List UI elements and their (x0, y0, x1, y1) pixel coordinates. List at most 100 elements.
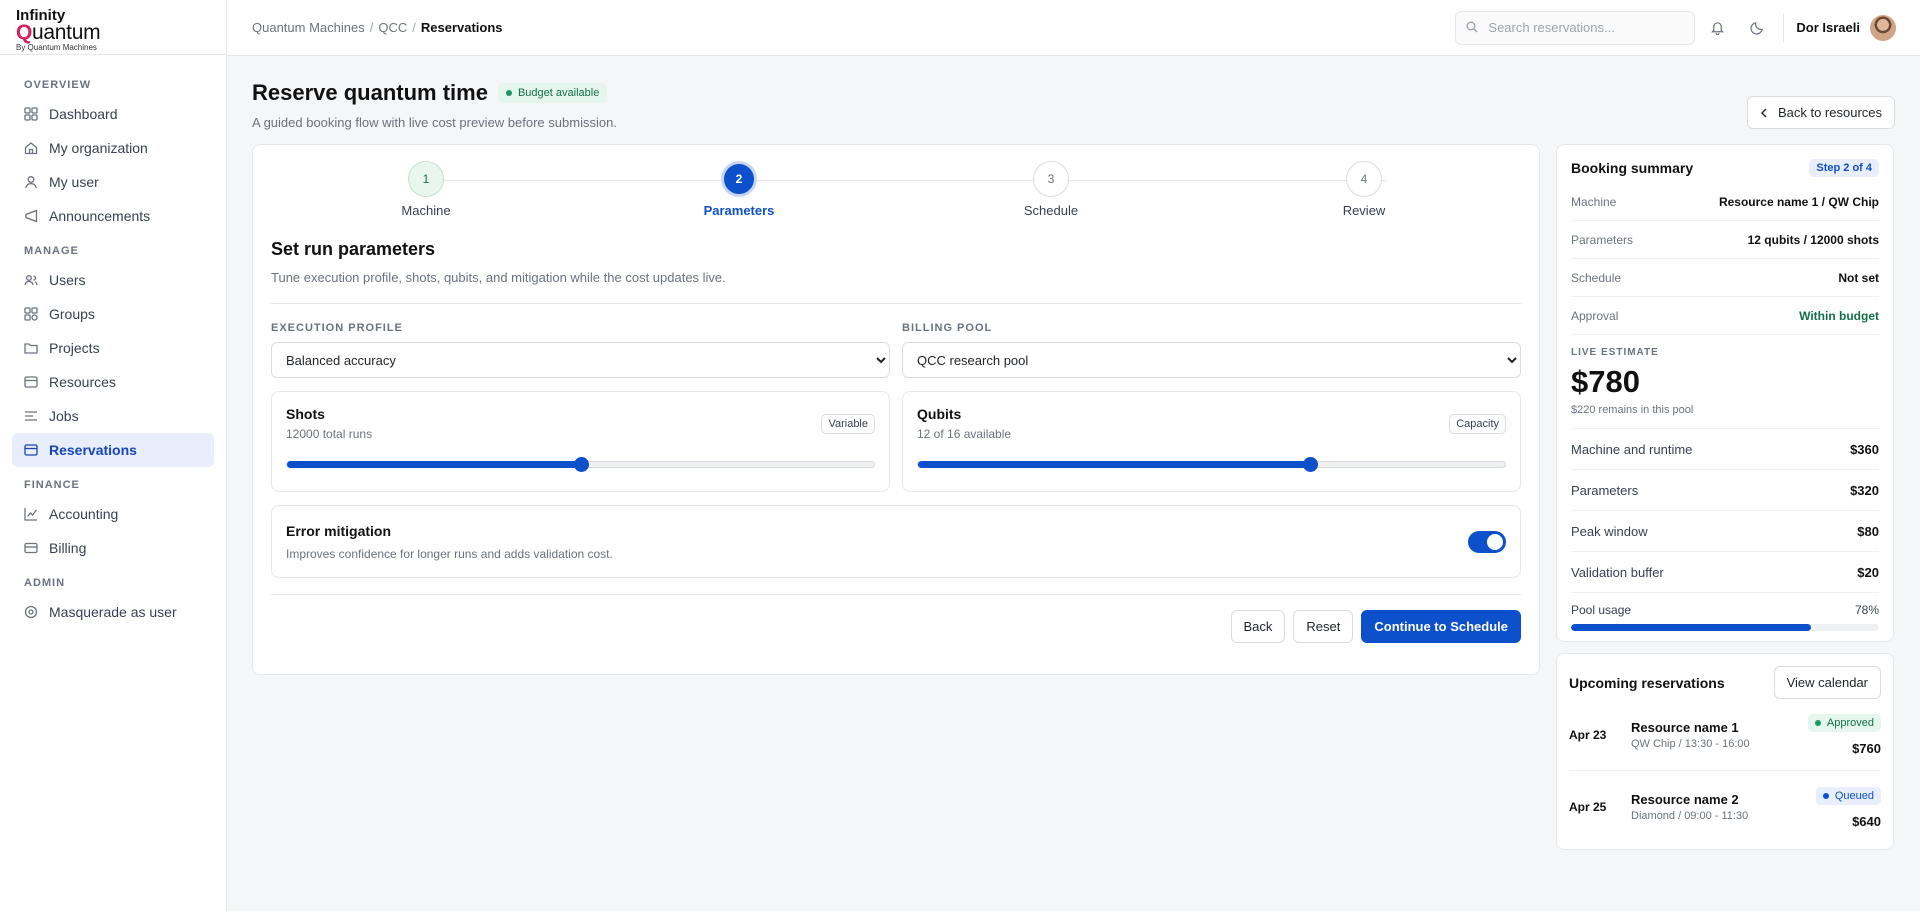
step-schedule[interactable]: 3 Schedule (991, 161, 1111, 218)
chart-icon (24, 507, 38, 521)
upcoming-reservations-card: Upcoming reservations View calendar Apr … (1556, 653, 1894, 850)
pool-usage: Pool usage 78% (1571, 603, 1879, 617)
step-number: 2 (721, 161, 757, 197)
sidebar-item-resources[interactable]: Resources (12, 365, 214, 399)
sidebar-item-label: My organization (49, 140, 148, 156)
shots-title: Shots (286, 406, 325, 422)
main-area: Quantum Machines/QCC/Reservations Dor Is… (227, 0, 1920, 911)
side-column: Booking summary Step 2 of 4 Machine Resou… (1556, 144, 1894, 850)
qubits-slider-thumb[interactable] (1302, 457, 1318, 472)
status-badge: Queued (1815, 786, 1881, 805)
logo-line2: Quantum (16, 21, 101, 44)
pool-usage-fill (1571, 624, 1812, 631)
budget-badge: Budget available (497, 83, 608, 103)
shots-tag: Variable (821, 414, 875, 434)
bell-icon[interactable] (1699, 10, 1735, 46)
cost-row: Validation buffer $20 (1571, 552, 1879, 593)
qubits-tag: Capacity (1449, 414, 1506, 434)
cost-row: Machine and runtime $360 (1571, 429, 1879, 470)
page-title: Reserve quantum time (252, 80, 488, 105)
estimate-label: LIVE ESTIMATE (1571, 347, 1659, 358)
sidebar-item-my-user[interactable]: My user (12, 165, 214, 199)
step-parameters[interactable]: 2 Parameters (679, 161, 799, 218)
sidebar-nav: OVERVIEW Dashboard My organization My us… (0, 55, 226, 641)
upcoming-title: Upcoming reservations (1569, 674, 1725, 691)
sidebar-item-label: Announcements (49, 208, 151, 224)
card-icon (24, 541, 38, 555)
billing-pool-label: BILLING POOL (902, 322, 993, 334)
shots-card: Shots 12000 total runs Variable (271, 391, 890, 492)
sidebar-item-users[interactable]: Users (12, 263, 214, 297)
back-to-resources-button[interactable]: Back to resources (1746, 96, 1895, 129)
step-label: Parameters (703, 203, 775, 218)
back-button[interactable]: Back (1230, 610, 1286, 643)
step-label: Review (1342, 203, 1386, 218)
qubits-card: Qubits 12 of 16 available Capacity (902, 391, 1521, 492)
home-icon (24, 141, 38, 155)
sidebar-item-accounting[interactable]: Accounting (12, 497, 214, 531)
continue-button[interactable]: Continue to Schedule (1361, 610, 1521, 643)
view-calendar-button[interactable]: View calendar (1773, 666, 1881, 699)
search-input[interactable] (1488, 20, 1669, 35)
sidebar-item-label: Resources (49, 374, 116, 390)
sidebar-item-label: Accounting (49, 506, 119, 522)
sidebar-item-jobs[interactable]: Jobs (12, 399, 214, 433)
reservation-row[interactable]: Apr 25 Resource name 2 Diamond / 09:00 -… (1569, 771, 1881, 843)
step-review[interactable]: 4 Review (1304, 161, 1424, 218)
step-machine[interactable]: 1 Machine (366, 161, 486, 218)
breadcrumb-item[interactable]: Quantum Machines (252, 20, 365, 35)
shots-slider-thumb[interactable] (573, 457, 589, 472)
error-mitigation-toggle[interactable] (1468, 530, 1506, 553)
nav-section-title: FINANCE (24, 479, 80, 491)
reservation-row[interactable]: Apr 23 Resource name 1 QW Chip / 13:30 -… (1569, 699, 1881, 771)
folder-icon (24, 341, 38, 355)
moon-icon[interactable] (1739, 10, 1775, 46)
user-menu[interactable]: Dor Israeli (1796, 14, 1896, 41)
search-box[interactable] (1455, 10, 1696, 45)
qubits-slider[interactable] (917, 457, 1506, 472)
reservation-meta: Diamond / 09:00 - 11:30 (1631, 810, 1749, 822)
page-subtitle: A guided booking flow with live cost pre… (252, 115, 617, 130)
summary-row: Approval Within budget (1571, 297, 1879, 335)
status-badge: Approved (1807, 714, 1881, 732)
mitigation-subtitle: Improves confidence for longer runs and … (286, 546, 613, 561)
user-name: Dor Israeli (1796, 20, 1860, 35)
sidebar-item-dashboard[interactable]: Dashboard (12, 97, 214, 131)
breadcrumb-item[interactable]: QCC (378, 20, 407, 35)
sidebar-item-my-organization[interactable]: My organization (12, 131, 214, 165)
pool-usage-bar (1571, 624, 1879, 631)
section-title: Set run parameters (271, 239, 436, 259)
form-actions: Back Reset Continue to Schedule (271, 594, 1521, 643)
stepper: 1 Machine 2 Parameters 3 Schedule 4 Revi… (271, 161, 1521, 231)
reservation-meta: QW Chip / 13:30 - 16:00 (1631, 737, 1750, 750)
step-number: 3 (1033, 161, 1069, 197)
reset-button[interactable]: Reset (1293, 610, 1354, 643)
megaphone-icon (24, 209, 38, 223)
sidebar-item-label: Groups (49, 306, 95, 322)
reservation-date: Apr 23 (1569, 727, 1607, 742)
toggle-knob (1487, 533, 1503, 550)
nav-section-title: ADMIN (24, 577, 66, 589)
sidebar-item-groups[interactable]: Groups (12, 297, 214, 331)
sidebar-item-reservations[interactable]: Reservations (12, 433, 214, 467)
reservation-name: Resource name 1 (1631, 719, 1739, 735)
sidebar-item-projects[interactable]: Projects (12, 331, 214, 365)
sidebar-item-masquerade[interactable]: Masquerade as user (12, 595, 214, 629)
page-content: Reserve quantum time Budget available A … (227, 56, 1920, 850)
reservation-name: Resource name 2 (1631, 792, 1739, 807)
sidebar-item-announcements[interactable]: Announcements (12, 199, 214, 233)
sidebar-item-billing[interactable]: Billing (12, 531, 214, 565)
logo[interactable]: Infinity Quantum By Quantum Machines (0, 0, 226, 55)
summary-title: Booking summary (1571, 160, 1694, 176)
billing-pool-select[interactable]: QCC research pool (902, 342, 1521, 378)
summary-row: Parameters 12 qubits / 12000 shots (1571, 221, 1879, 259)
shots-slider[interactable] (286, 457, 875, 472)
cost-row: Peak window $80 (1571, 511, 1879, 552)
logo-tagline: By Quantum Machines (16, 43, 97, 52)
divider (271, 303, 1521, 304)
search-icon (1466, 20, 1478, 36)
reservation-cost: $760 (1852, 741, 1881, 756)
execution-profile-select[interactable]: Balanced accuracy (271, 342, 890, 378)
estimate-remaining: $220 remains in this pool (1571, 404, 1879, 429)
chevron-left-icon (1760, 108, 1768, 118)
